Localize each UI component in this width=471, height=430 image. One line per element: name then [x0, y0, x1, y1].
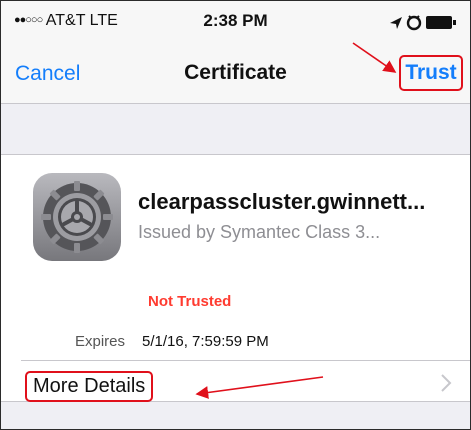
- certificate-name: clearpasscluster.gwinnett...: [138, 189, 426, 214]
- phone-screen: ●●○○○ AT&T LTE 2:38 PM Cancel Certificat…: [0, 0, 471, 430]
- alarm-clock-icon: [406, 15, 422, 31]
- certificate-issuer: Issued by Symantec Class 3...: [138, 222, 381, 242]
- more-details-label: More Details: [25, 371, 154, 402]
- status-icons: [390, 15, 456, 31]
- status-bar: ●●○○○ AT&T LTE 2:38 PM: [1, 1, 470, 41]
- navigation-bar: Cancel Certificate Trust: [1, 41, 470, 104]
- section-spacer-bottom: [1, 402, 470, 429]
- expires-label: Expires: [75, 333, 126, 350]
- location-arrow-icon: [390, 17, 402, 29]
- more-details-row[interactable]: More Details: [1, 361, 470, 402]
- battery-icon: [426, 16, 456, 29]
- trust-status: Not Trusted: [148, 293, 232, 310]
- trust-button[interactable]: Trust: [399, 55, 463, 91]
- section-spacer: [1, 104, 470, 154]
- certificate-summary: clearpasscluster.gwinnett... Issued by S…: [1, 154, 470, 361]
- chevron-right-icon: [441, 374, 452, 392]
- expires-value: 5/1/16, 7:59:59 PM: [142, 333, 269, 350]
- settings-gear-icon: [33, 173, 121, 261]
